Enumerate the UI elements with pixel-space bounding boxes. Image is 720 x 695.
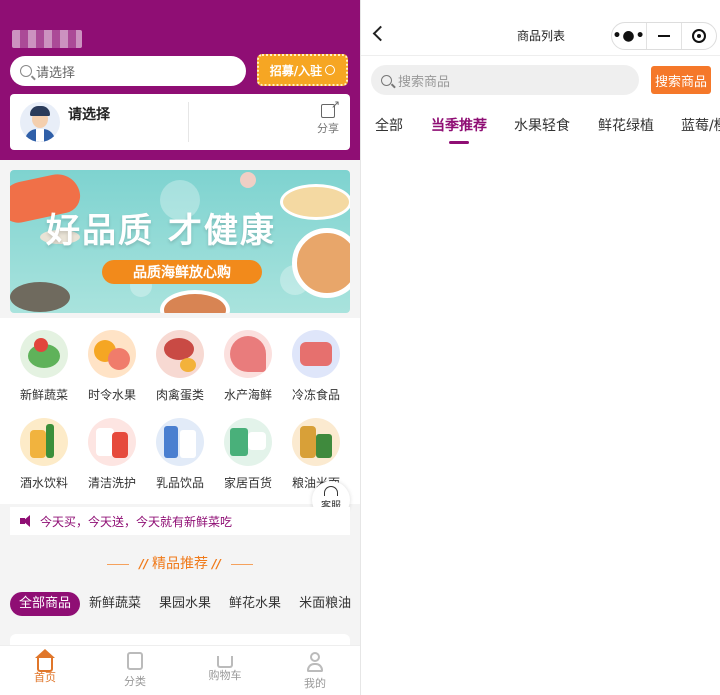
tab-label: 当季推荐 — [431, 118, 487, 134]
search-placeholder: 搜索商品 — [398, 74, 451, 90]
profile-icon — [305, 652, 325, 672]
speaker-icon — [20, 515, 34, 527]
tab-blueberry-cherry[interactable]: 蓝莓/樱 — [681, 115, 720, 135]
tab-label: 分类 — [124, 675, 146, 688]
category-vegetables[interactable]: 新鲜蔬菜 — [10, 330, 78, 403]
section-title: //精品推荐// — [0, 553, 360, 573]
category-label: 家居百货 — [223, 476, 272, 490]
promo-banner[interactable]: 好品质 才健康 品质海鲜放心购 — [10, 170, 350, 313]
seafood-icon — [224, 330, 272, 378]
share-icon — [321, 98, 340, 118]
more-dots-icon: •●• — [612, 28, 646, 44]
category-cleaning[interactable]: 清洁洗护 — [78, 418, 146, 491]
tab-fruit-light[interactable]: 水果轻食 — [514, 115, 570, 135]
category-frozen[interactable]: 冷冻食品 — [282, 330, 350, 403]
tab-label: 水果轻食 — [514, 118, 570, 134]
tab-label: 全部 — [375, 118, 403, 134]
tab-label: 我的 — [304, 677, 326, 690]
share-button[interactable]: 分享 — [316, 98, 340, 136]
category-label: 时令水果 — [87, 388, 136, 402]
home-icon — [35, 649, 55, 672]
search-icon — [20, 65, 32, 77]
category-dairy[interactable]: 乳品饮品 — [146, 418, 214, 491]
close-miniapp-button[interactable] — [681, 23, 716, 49]
grain-oil-icon — [292, 418, 340, 466]
cart-icon — [217, 656, 233, 668]
search-button[interactable]: 搜索商品 — [651, 66, 711, 94]
category-label: 冷冻食品 — [291, 388, 340, 402]
category-seafood[interactable]: 水产海鲜 — [214, 330, 282, 403]
tab-label: 首页 — [34, 671, 56, 684]
nav-bar: 商品列表 •●• — [361, 0, 720, 56]
category-household[interactable]: 家居百货 — [214, 418, 282, 491]
search-icon — [381, 74, 392, 86]
blurred-username — [12, 30, 82, 48]
category-fruit[interactable]: 时令水果 — [78, 330, 146, 403]
tab-label: 蓝莓/樱 — [681, 118, 720, 134]
product-list-screen: 商品列表 •●• 搜索商品 搜索商品 全部 当季推荐 水果轻食 鲜花绿植 蓝莓/… — [360, 0, 720, 695]
household-icon — [224, 418, 272, 466]
target-icon — [692, 29, 706, 43]
store-card[interactable]: 请选择 分享 — [10, 94, 350, 150]
home-screen: 请选择 招募/入驻 请选择 分享 — [0, 0, 360, 695]
bottom-tabbar: 首页 分类 购物车 我的 — [0, 645, 360, 695]
chip-orchard-fruit[interactable]: 果园水果 — [150, 592, 220, 616]
banner-tagline: 品质海鲜放心购 — [102, 260, 262, 284]
share-label: 分享 — [317, 122, 339, 135]
category-beverage[interactable]: 酒水饮料 — [10, 418, 78, 491]
info-circle-icon — [325, 65, 336, 75]
chip-all-products[interactable]: 全部商品 — [10, 592, 81, 616]
recruit-button[interactable]: 招募/入驻 — [257, 54, 348, 86]
minimize-button[interactable] — [646, 23, 681, 49]
category-meat[interactable]: 肉禽蛋类 — [146, 330, 214, 403]
headset-icon — [324, 486, 338, 496]
store-select-input[interactable]: 请选择 — [10, 56, 246, 86]
miniapp-capsule: •●• — [611, 22, 717, 50]
category-icon — [127, 652, 143, 670]
tab-category[interactable]: 分类 — [90, 646, 180, 695]
banner-headline: 好品质 才健康 — [46, 211, 276, 251]
avatar — [20, 102, 60, 142]
product-search-input[interactable]: 搜索商品 — [371, 65, 639, 95]
store-name: 请选择 — [68, 107, 110, 123]
tab-all[interactable]: 全部 — [375, 115, 403, 135]
category-label: 乳品饮品 — [155, 476, 204, 490]
active-tab-indicator — [449, 141, 469, 144]
frozen-food-icon — [292, 330, 340, 378]
category-label: 新鲜蔬菜 — [19, 388, 68, 402]
recruit-label: 招募/入驻 — [269, 63, 323, 78]
tab-label: 购物车 — [208, 669, 242, 682]
chip-grain-oil[interactable]: 米面粮油 — [290, 592, 360, 616]
section-title-text: 精品推荐 — [152, 556, 208, 572]
category-tabs: 全部 当季推荐 水果轻食 鲜花绿植 蓝莓/樱 — [361, 112, 720, 146]
category-label: 清洁洗护 — [87, 476, 136, 490]
tab-seasonal[interactable]: 当季推荐 — [431, 115, 487, 144]
tab-cart[interactable]: 购物车 — [180, 646, 270, 695]
store-select-placeholder: 请选择 — [36, 65, 76, 81]
product-filter-chips: 全部商品 新鲜蔬菜 果园水果 鲜花水果 米面粮油 — [10, 592, 360, 616]
notice-text: 今天买，今天送，今天就有新鲜菜吃 — [40, 514, 233, 529]
divider — [188, 102, 189, 142]
more-button[interactable]: •●• — [612, 23, 646, 49]
chip-flower-fruit[interactable]: 鲜花水果 — [220, 592, 290, 616]
beverage-icon — [20, 418, 68, 466]
cleaning-icon — [88, 418, 136, 466]
meat-icon — [156, 330, 204, 378]
category-grid: 新鲜蔬菜 时令水果 肉禽蛋类 水产海鲜 冷冻食品 酒水饮料 清洁洗护 乳品饮品 … — [0, 318, 360, 504]
notice-bar[interactable]: 今天买，今天送，今天就有新鲜菜吃 — [10, 507, 350, 535]
chip-vegetables[interactable]: 新鲜蔬菜 — [80, 592, 150, 616]
category-grain-oil[interactable]: 粮油米面 — [282, 418, 350, 491]
tab-flowers-plants[interactable]: 鲜花绿植 — [598, 115, 654, 135]
category-label: 酒水饮料 — [19, 476, 68, 490]
vegetables-icon — [20, 330, 68, 378]
tab-home[interactable]: 首页 — [0, 646, 90, 695]
category-label: 水产海鲜 — [223, 388, 272, 402]
dairy-icon — [156, 418, 204, 466]
tab-label: 鲜花绿植 — [598, 118, 654, 134]
category-label: 肉禽蛋类 — [155, 388, 204, 402]
tab-profile[interactable]: 我的 — [270, 646, 360, 695]
fruit-icon — [88, 330, 136, 378]
minimize-icon — [658, 35, 670, 37]
